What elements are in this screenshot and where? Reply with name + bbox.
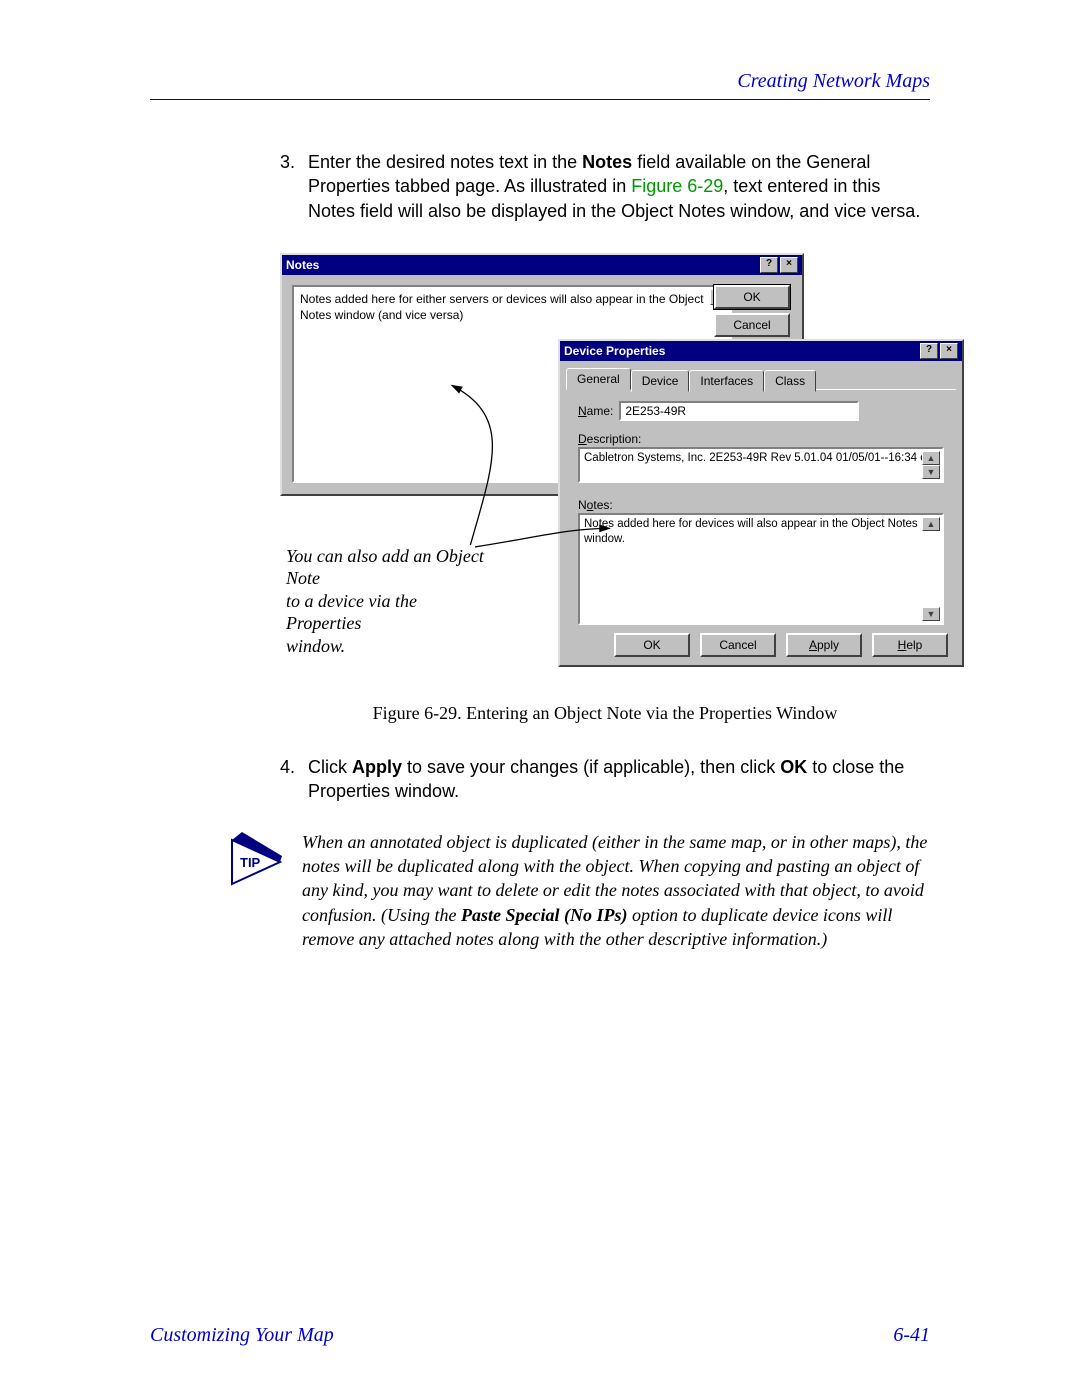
scroll-down-icon[interactable]: ▼ xyxy=(922,465,940,479)
window-body: General Device Interfaces Class Name: De… xyxy=(560,361,962,665)
tab-device[interactable]: Device xyxy=(631,370,690,392)
ok-button[interactable]: OK xyxy=(714,285,790,309)
tab-interfaces[interactable]: Interfaces xyxy=(689,370,764,392)
close-icon[interactable]: × xyxy=(940,343,958,359)
callout-text: You can also add an Object Note to a dev… xyxy=(286,545,486,658)
step-number: 4. xyxy=(280,755,308,804)
ok-button[interactable]: OK xyxy=(614,633,690,657)
notes-text: Notes added here for devices will also a… xyxy=(584,518,918,546)
text: to save your changes (if applicable), th… xyxy=(402,757,780,777)
notes-text: Notes added here for either servers or d… xyxy=(300,292,704,322)
step-3: 3. Enter the desired notes text in the N… xyxy=(280,150,930,223)
text: Click xyxy=(308,757,352,777)
page-footer: Customizing Your Map 6-41 xyxy=(150,1324,930,1347)
scroll-up-icon[interactable]: ▲ xyxy=(922,451,940,465)
cancel-button[interactable]: Cancel xyxy=(714,313,790,337)
button-row: OK Cancel Apply Help xyxy=(560,633,962,657)
tip-icon: TIP xyxy=(230,830,284,951)
footer-left: Customizing Your Map xyxy=(150,1324,334,1347)
body-text: 3. Enter the desired notes text in the N… xyxy=(280,150,930,804)
name-row: Name: xyxy=(578,401,859,421)
step-number: 3. xyxy=(280,150,308,223)
running-head: Creating Network Maps xyxy=(150,70,930,93)
step-body: Click Apply to save your changes (if app… xyxy=(308,755,930,804)
close-icon[interactable]: × xyxy=(780,257,798,273)
scroll-down-icon[interactable]: ▼ xyxy=(922,607,940,621)
notes-label: Notes: xyxy=(578,497,613,513)
device-properties-window: Device Properties ? × General Device Int… xyxy=(558,339,964,667)
document-page: Creating Network Maps 3. Enter the desir… xyxy=(0,0,1080,1397)
tab-strip: General Device Interfaces Class xyxy=(566,367,956,390)
description-label: Description: xyxy=(578,431,641,447)
figure-reference[interactable]: Figure 6-29 xyxy=(631,176,723,196)
apply-button[interactable]: Apply xyxy=(786,633,862,657)
svg-text:TIP: TIP xyxy=(240,855,261,870)
titlebar[interactable]: Notes ? × xyxy=(282,255,802,275)
bold-ok: OK xyxy=(780,757,807,777)
bold-paste-special: Paste Special (No IPs) xyxy=(461,905,627,925)
description-text: Cabletron Systems, Inc. 2E253-49R Rev 5.… xyxy=(584,452,936,464)
help-button[interactable]: Help xyxy=(872,633,948,657)
titlebar[interactable]: Device Properties ? × xyxy=(560,341,962,361)
help-icon[interactable]: ? xyxy=(760,257,778,273)
tab-class[interactable]: Class xyxy=(764,370,816,392)
text: Enter the desired notes text in the xyxy=(308,152,582,172)
tip-text: When an annotated object is duplicated (… xyxy=(302,830,930,951)
name-label: Name: xyxy=(578,403,613,419)
window-title: Device Properties xyxy=(564,343,665,359)
notes-textarea[interactable]: Notes added here for devices will also a… xyxy=(578,513,944,625)
name-input[interactable] xyxy=(619,401,859,421)
footer-right: 6-41 xyxy=(893,1324,930,1347)
tip-block: TIP When an annotated object is duplicat… xyxy=(230,830,930,951)
figure-6-29: Notes ? × Notes added here for either se… xyxy=(280,253,930,683)
header-rule xyxy=(150,99,930,100)
figure-caption: Figure 6-29. Entering an Object Note via… xyxy=(280,701,930,725)
tab-general[interactable]: General xyxy=(566,368,631,390)
bold-apply: Apply xyxy=(352,757,402,777)
bold-notes: Notes xyxy=(582,152,632,172)
step-body: Enter the desired notes text in the Note… xyxy=(308,150,930,223)
cancel-button[interactable]: Cancel xyxy=(700,633,776,657)
description-textarea[interactable]: Cabletron Systems, Inc. 2E253-49R Rev 5.… xyxy=(578,447,944,483)
scroll-up-icon[interactable]: ▲ xyxy=(922,517,940,531)
window-title: Notes xyxy=(286,257,319,273)
step-4: 4. Click Apply to save your changes (if … xyxy=(280,755,930,804)
help-icon[interactable]: ? xyxy=(920,343,938,359)
